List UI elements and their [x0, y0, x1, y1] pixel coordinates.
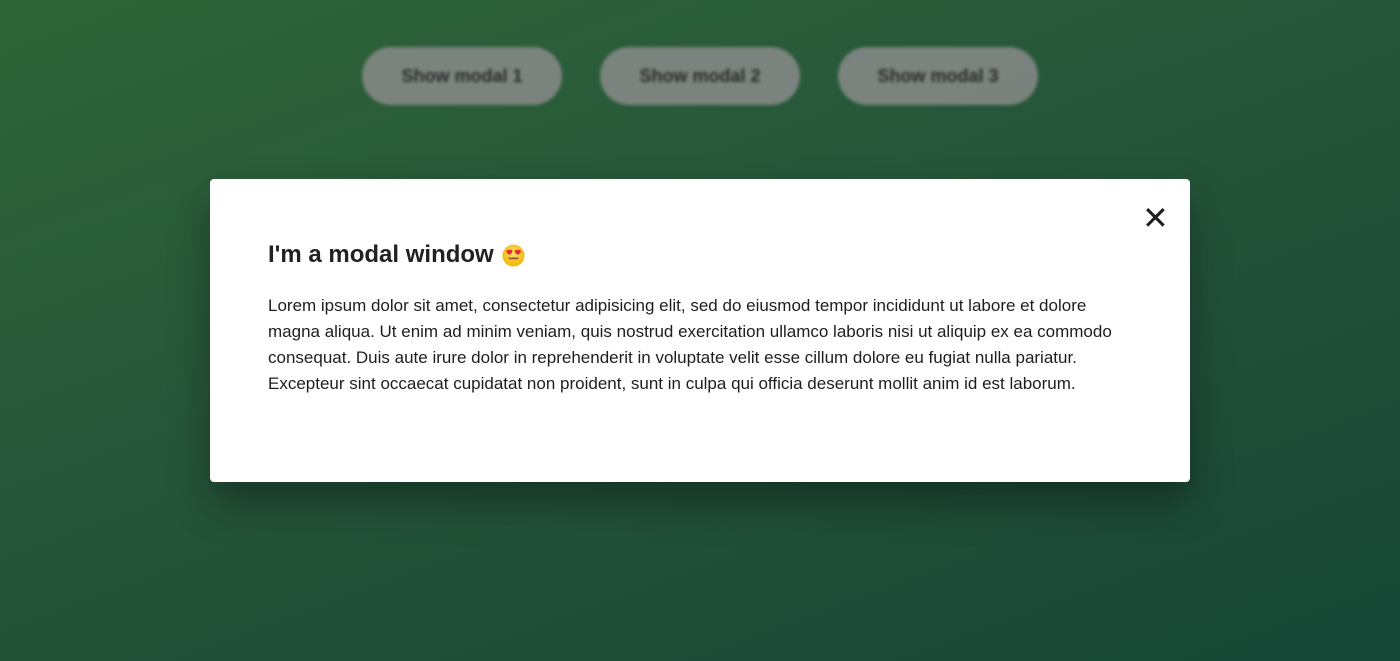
modal-overlay[interactable]: ✕ I'm a modal window Lorem ipsum dolor s… [0, 0, 1400, 661]
close-icon[interactable]: ✕ [1142, 202, 1169, 234]
modal-title: I'm a modal window [268, 241, 494, 268]
modal-body-text: Lorem ipsum dolor sit amet, consectetur … [268, 296, 1112, 393]
modal-title-row: I'm a modal window [268, 239, 1132, 271]
modal-window: ✕ I'm a modal window Lorem ipsum dolor s… [210, 179, 1190, 482]
heart-eyes-emoji-icon [502, 243, 525, 267]
